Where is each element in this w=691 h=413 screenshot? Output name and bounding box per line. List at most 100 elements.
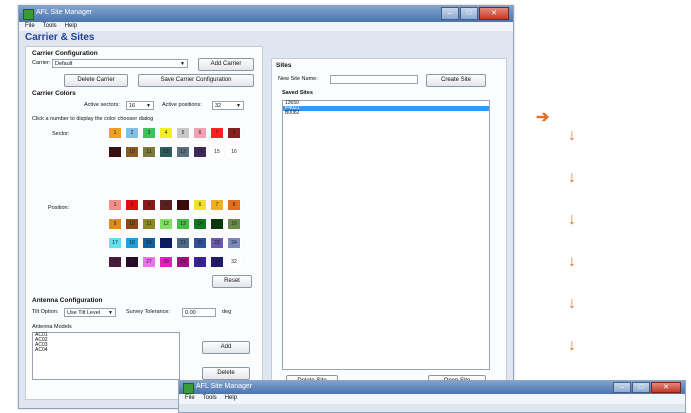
position-color-swatch[interactable]: 1	[108, 199, 122, 211]
position-color-swatch[interactable]: 29	[176, 256, 190, 268]
position-color-swatch[interactable]: 28	[159, 256, 173, 268]
new-site-name-input[interactable]	[330, 75, 418, 84]
menu-file[interactable]: File	[25, 22, 35, 31]
position-color-swatch[interactable]: 13	[176, 218, 190, 230]
second-title-bar: AFL Site Manager – □ ✕	[179, 381, 685, 394]
second-window: AFL Site Manager – □ ✕ File Tools Help	[178, 380, 686, 413]
position-color-swatch[interactable]: 14	[193, 218, 207, 230]
carrier-select-value: Default	[55, 61, 73, 67]
sector-color-swatch[interactable]: 9	[108, 146, 122, 158]
sector-color-swatch[interactable]: 2	[125, 127, 139, 139]
add-carrier-button[interactable]: Add Carrier	[198, 58, 254, 71]
delete-model-button[interactable]: Delete	[202, 367, 250, 380]
down-arrow-icon: ↓	[568, 253, 576, 270]
position-color-swatch[interactable]: 18	[125, 237, 139, 249]
tolerance-unit: deg	[222, 309, 232, 315]
app-icon	[23, 9, 34, 20]
carrier-config-heading: Carrier Configuration	[32, 50, 98, 57]
sector-color-swatch[interactable]: 12	[159, 146, 173, 158]
sector-color-swatch[interactable]: 6	[193, 127, 207, 139]
position-color-swatch[interactable]: 31	[210, 256, 224, 268]
close-button[interactable]: ✕	[479, 7, 509, 20]
active-positions-select[interactable]: 32 ▼	[212, 101, 244, 110]
sector-color-swatch[interactable]: 1	[108, 127, 122, 139]
tilt-option-select[interactable]: Use Tilt Level ▼	[64, 308, 116, 317]
position-color-swatch[interactable]: 16	[227, 218, 241, 230]
sector-color-swatch[interactable]: 15	[210, 146, 224, 158]
minimize-button[interactable]: –	[613, 382, 631, 393]
position-color-swatch[interactable]: 15	[210, 218, 224, 230]
carrier-panel: Carrier Configuration Carrier: Default ▼…	[25, 46, 263, 400]
sector-label: Sector:	[52, 131, 70, 137]
second-window-controls: – □ ✕	[613, 382, 681, 393]
add-model-button[interactable]: Add	[202, 341, 250, 354]
position-color-swatch[interactable]: 12	[159, 218, 173, 230]
sector-color-swatch[interactable]: 7	[210, 127, 224, 139]
page-title: Carrier & Sites	[25, 32, 95, 43]
sector-color-swatch[interactable]: 4	[159, 127, 173, 139]
menu-file[interactable]: File	[185, 394, 195, 404]
sector-color-swatch[interactable]: 11	[142, 146, 156, 158]
position-color-swatch[interactable]: 3	[142, 199, 156, 211]
saved-sites-list[interactable]: 13650 P4021 B0082	[282, 100, 490, 370]
create-site-button[interactable]: Create Site	[426, 74, 486, 87]
menu-help[interactable]: Help	[225, 394, 237, 404]
position-color-swatch[interactable]: 10	[125, 218, 139, 230]
position-color-swatch[interactable]: 25	[108, 256, 122, 268]
sector-color-swatch[interactable]: 5	[176, 127, 190, 139]
tilt-option-label: Tilt Option:	[32, 309, 59, 315]
position-color-swatch[interactable]: 20	[159, 237, 173, 249]
position-color-swatch[interactable]: 2	[125, 199, 139, 211]
close-button[interactable]: ✕	[651, 382, 681, 393]
position-color-swatch[interactable]: 19	[142, 237, 156, 249]
carrier-select[interactable]: Default ▼	[52, 59, 188, 68]
menu-help[interactable]: Help	[65, 22, 77, 31]
position-color-swatch[interactable]: 22	[193, 237, 207, 249]
position-color-swatch[interactable]: 32	[227, 256, 241, 268]
maximize-button[interactable]: □	[632, 382, 650, 393]
second-window-title: AFL Site Manager	[196, 383, 253, 390]
position-color-swatch[interactable]: 27	[142, 256, 156, 268]
tilt-option-value: Use Tilt Level	[67, 310, 101, 316]
reset-button[interactable]: Reset	[212, 275, 252, 288]
color-hint: Click a number to display the color choo…	[32, 116, 154, 122]
sector-color-swatch[interactable]: 10	[125, 146, 139, 158]
list-item[interactable]: AC04	[33, 348, 179, 353]
sector-color-swatch[interactable]: 8	[227, 127, 241, 139]
survey-tolerance-input[interactable]: 0.00	[182, 308, 216, 317]
down-arrow-icon: ↓	[568, 211, 576, 228]
position-color-swatch[interactable]: 24	[227, 237, 241, 249]
list-item[interactable]: B0082	[283, 111, 489, 116]
menu-tools[interactable]: Tools	[203, 394, 217, 404]
carrier-colors-heading: Carrier Colors	[32, 90, 76, 97]
position-color-swatch[interactable]: 11	[142, 218, 156, 230]
antenna-models-list[interactable]: AC01 AC02 AC03 AC04	[32, 332, 180, 380]
maximize-button[interactable]: □	[460, 7, 478, 20]
position-color-swatch[interactable]: 5	[176, 199, 190, 211]
sector-color-swatch[interactable]: 13	[176, 146, 190, 158]
position-color-swatch[interactable]: 21	[176, 237, 190, 249]
position-color-swatch[interactable]: 26	[125, 256, 139, 268]
minimize-button[interactable]: –	[441, 7, 459, 20]
chevron-down-icon: ▼	[236, 103, 241, 109]
sector-color-swatch[interactable]: 3	[142, 127, 156, 139]
active-sectors-select[interactable]: 16 ▼	[126, 101, 154, 110]
menu-bar: File Tools Help	[19, 22, 513, 31]
active-sectors-value: 16	[129, 103, 136, 109]
position-label: Position:	[48, 205, 70, 211]
menu-tools[interactable]: Tools	[43, 22, 57, 31]
position-color-swatch[interactable]: 23	[210, 237, 224, 249]
save-carrier-config-button[interactable]: Save Carrier Configuration	[138, 74, 254, 87]
position-color-swatch[interactable]: 17	[108, 237, 122, 249]
position-color-swatch[interactable]: 8	[227, 199, 241, 211]
position-color-swatch[interactable]: 6	[193, 199, 207, 211]
sector-color-swatch[interactable]: 16	[227, 146, 241, 158]
delete-carrier-button[interactable]: Delete Carrier	[64, 74, 128, 87]
position-color-swatch[interactable]: 7	[210, 199, 224, 211]
position-color-swatch[interactable]: 4	[159, 199, 173, 211]
position-color-swatch[interactable]: 30	[193, 256, 207, 268]
app-icon	[183, 383, 194, 394]
sector-color-swatch[interactable]: 14	[193, 146, 207, 158]
active-positions-value: 32	[215, 103, 222, 109]
position-color-swatch[interactable]: 9	[108, 218, 122, 230]
